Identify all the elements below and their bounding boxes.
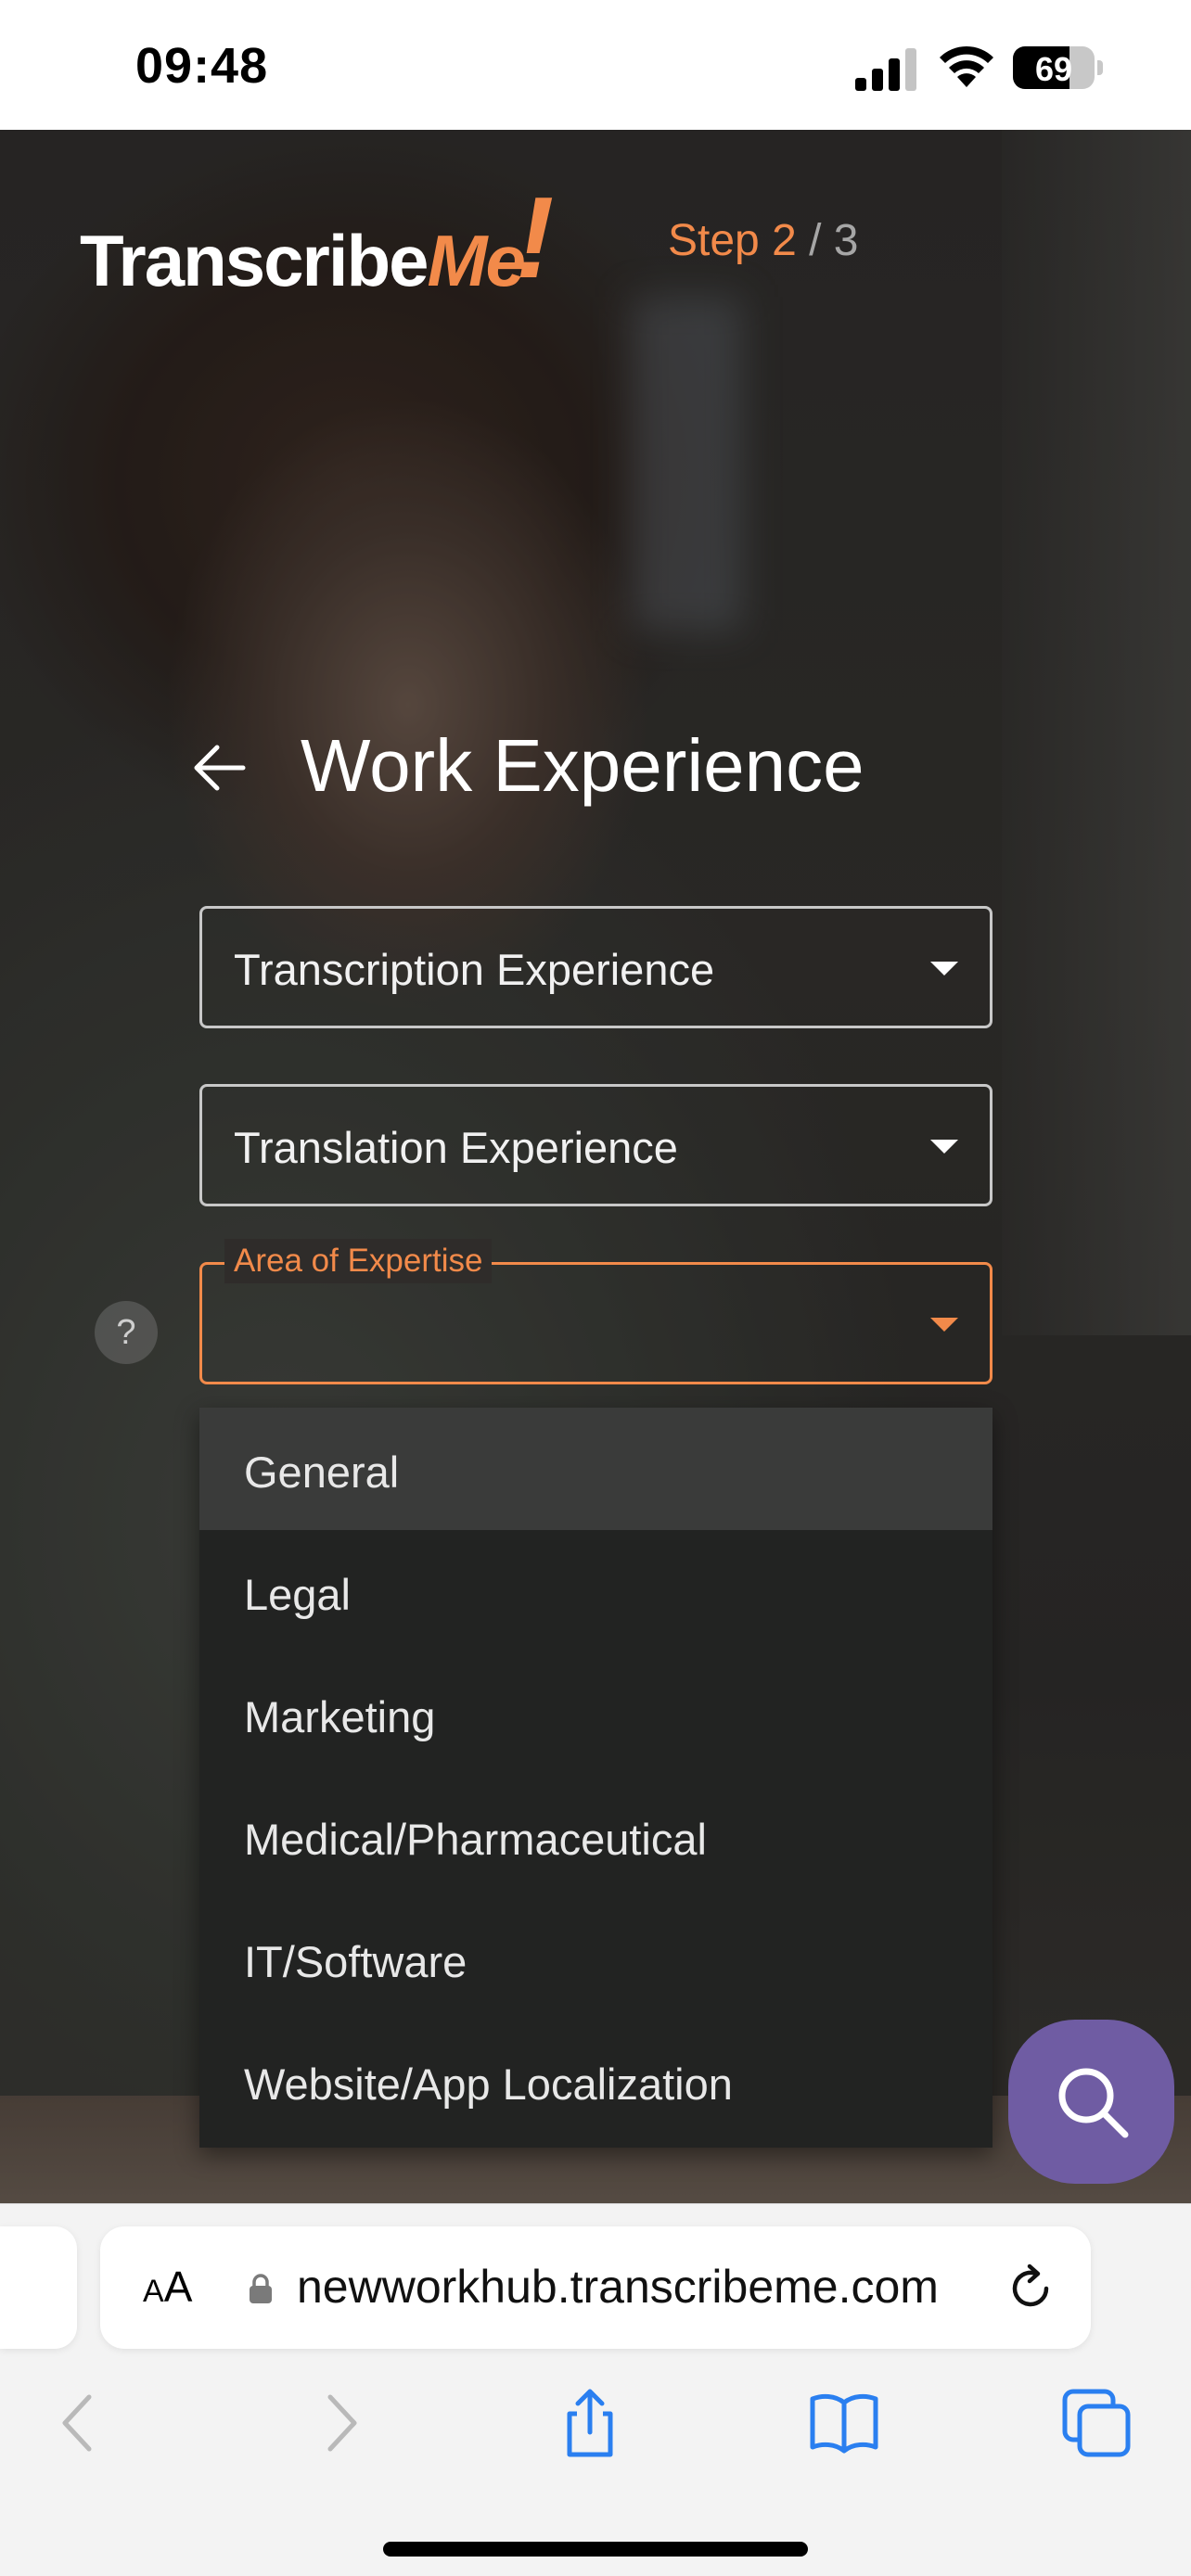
area-of-expertise-select[interactable]: Area of Expertise xyxy=(199,1239,992,1384)
browser-chrome: AA newworkhub.transcribeme.com xyxy=(0,2203,1191,2576)
text-size-large-a: A xyxy=(163,2263,193,2311)
home-indicator xyxy=(383,2542,808,2557)
option-general[interactable]: General xyxy=(199,1408,992,1530)
option-medical-pharmaceutical[interactable]: Medical/Pharmaceutical xyxy=(199,1775,992,1897)
wifi-icon xyxy=(940,45,993,87)
search-fab-button[interactable] xyxy=(1008,2020,1174,2184)
option-label: IT/Software xyxy=(244,1937,467,1986)
logo-text-main: Transcribe xyxy=(80,220,429,301)
area-of-expertise-label: Area of Expertise xyxy=(224,1239,493,1283)
share-icon[interactable] xyxy=(553,2386,627,2460)
caret-down-icon xyxy=(930,1318,958,1332)
step-total: / 3 xyxy=(796,216,859,265)
step-indicator: Step 2 / 3 xyxy=(668,215,858,266)
logo-text-accent: Me xyxy=(427,220,526,301)
text-size-button[interactable]: AA xyxy=(143,2262,192,2312)
tabs-icon[interactable] xyxy=(1059,2386,1133,2460)
option-it-software[interactable]: IT/Software xyxy=(199,1897,992,2020)
chevron-left-icon[interactable] xyxy=(43,2386,117,2460)
battery-icon: 69 xyxy=(1013,46,1103,89)
option-legal[interactable]: Legal xyxy=(199,1530,992,1652)
option-label: Website/App Localization xyxy=(244,2060,733,2109)
address-bar[interactable]: AA newworkhub.transcribeme.com xyxy=(100,2226,1091,2349)
lock-icon xyxy=(250,2274,272,2303)
status-bar: 09:48 69 xyxy=(0,0,1191,130)
cellular-signal-icon xyxy=(855,48,916,91)
step-current: Step 2 xyxy=(668,216,797,265)
option-label: Medical/Pharmaceutical xyxy=(244,1815,707,1864)
option-marketing[interactable]: Marketing xyxy=(199,1652,992,1775)
transcription-experience-select[interactable]: Transcription Experience xyxy=(199,906,992,1028)
option-website-app-localization[interactable]: Website/App Localization xyxy=(199,2020,992,2142)
logo-exclamation: ! xyxy=(516,174,555,302)
status-time: 09:48 xyxy=(135,38,269,94)
battery-percentage: 69 xyxy=(1034,50,1073,88)
caret-down-icon xyxy=(930,1140,958,1154)
caret-down-icon xyxy=(930,962,958,976)
previous-tab-preview[interactable] xyxy=(0,2226,77,2349)
chevron-right-icon[interactable] xyxy=(302,2386,377,2460)
url-text[interactable]: newworkhub.transcribeme.com xyxy=(297,2260,939,2314)
option-label: General xyxy=(244,1447,400,1497)
reload-icon[interactable] xyxy=(1005,2264,1056,2314)
transcription-experience-label: Transcription Experience xyxy=(234,945,715,994)
text-size-small-a: A xyxy=(143,2274,164,2309)
help-button[interactable]: ? xyxy=(95,1301,158,1364)
search-icon xyxy=(1058,2068,1129,2138)
translation-experience-select[interactable]: Translation Experience xyxy=(199,1084,992,1206)
translation-experience-label: Translation Experience xyxy=(234,1123,678,1172)
page-title: Work Experience xyxy=(301,724,864,807)
arrow-left-icon[interactable] xyxy=(189,738,249,797)
expertise-dropdown-menu: General Legal Marketing Medical/Pharmace… xyxy=(199,1408,992,2148)
option-label: Legal xyxy=(244,1570,351,1619)
option-label: Marketing xyxy=(244,1692,436,1741)
book-icon[interactable] xyxy=(807,2386,881,2460)
